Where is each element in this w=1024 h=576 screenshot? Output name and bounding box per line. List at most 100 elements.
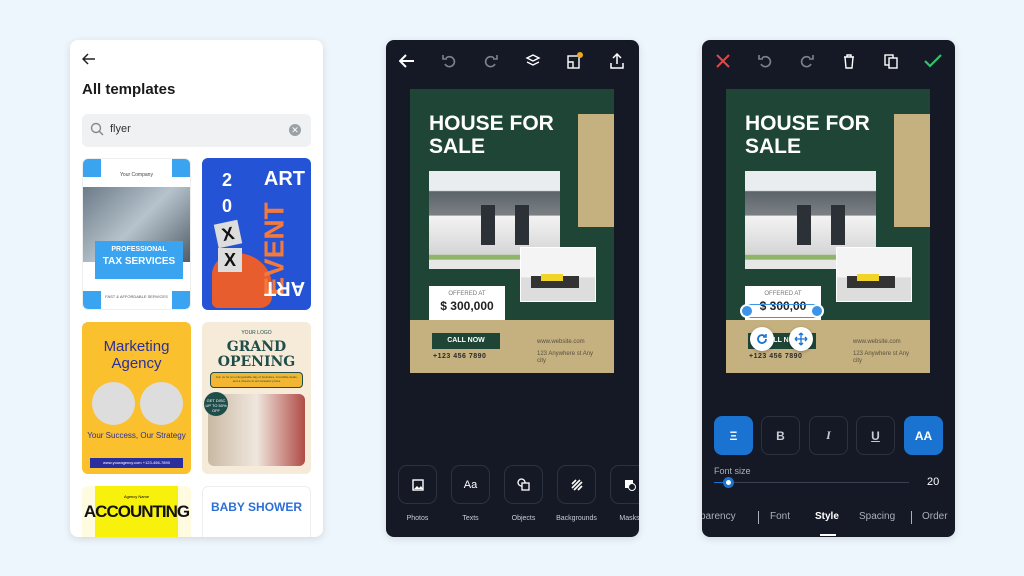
window <box>481 205 495 245</box>
export-button[interactable] <box>606 50 628 72</box>
flyer-headline[interactable]: HOUSE FOR SALE <box>745 112 875 158</box>
template-heading: Marketing Agency <box>103 338 170 372</box>
layers-icon <box>525 54 541 66</box>
underline-button[interactable]: U <box>856 416 895 455</box>
slider-knob[interactable] <box>722 477 734 488</box>
art-label: ART <box>263 277 305 299</box>
text-edit-screen: HOUSE FOR SALE OFFERED AT $ 300,00 CALL … <box>702 40 955 537</box>
back-button[interactable] <box>81 52 96 70</box>
template-card-marketing-agency[interactable]: Marketing Agency Your Success, Our Strat… <box>82 322 191 474</box>
tab-order[interactable]: Order <box>922 511 948 522</box>
rotate-icon <box>757 334 767 344</box>
confirm-button[interactable] <box>922 50 944 72</box>
resize-handle-right[interactable] <box>810 304 824 318</box>
address[interactable]: 123 Anywhere st Any city <box>853 351 913 365</box>
template-heading: BABY SHOWER <box>210 500 303 514</box>
move-handle[interactable] <box>789 327 813 351</box>
redo-icon <box>800 55 814 68</box>
tool-texts[interactable]: Aa Texts <box>451 465 490 522</box>
shapes-icon <box>517 478 530 491</box>
interior-photo[interactable] <box>836 247 912 302</box>
font-size-value: 20 <box>927 476 940 488</box>
year-digit: 2 <box>222 170 233 190</box>
bold-button[interactable]: B <box>761 416 800 455</box>
tab-spacing[interactable]: Spacing <box>859 511 895 522</box>
bold-icon: B <box>776 428 785 443</box>
window <box>797 205 811 245</box>
search-input[interactable]: flyer ✕ <box>82 114 311 147</box>
address[interactable]: 123 Anywhere st Any city <box>537 351 597 365</box>
redo-button[interactable] <box>796 50 818 72</box>
phone-number[interactable]: +123 456 7890 <box>749 353 802 360</box>
italic-icon: I <box>826 428 831 442</box>
flyer-canvas[interactable]: HOUSE FOR SALE OFFERED AT $ 300,000 CALL… <box>410 89 614 373</box>
duplicate-button[interactable] <box>880 50 902 72</box>
template-card-accounting[interactable]: Agency Name ACCOUNTING <box>82 486 191 537</box>
tool-masks[interactable]: Masks <box>610 465 639 522</box>
tab-transparency[interactable]: parency <box>702 511 736 522</box>
window <box>831 205 845 245</box>
template-line: PROFESSIONAL <box>111 246 167 253</box>
template-promo: Join us for an unforgettable day of fest… <box>210 372 303 388</box>
cushion <box>857 274 879 281</box>
flyer-footer: CALL NOW +123 456 7890 www.website.com 1… <box>410 320 614 373</box>
offered-label: OFFERED AT <box>764 291 802 297</box>
phone-number[interactable]: +123 456 7890 <box>433 353 486 360</box>
template-heading: ACCOUNTING <box>83 502 190 521</box>
undo-icon <box>758 55 772 68</box>
template-company: Your Company <box>120 172 153 178</box>
resize-handle-left[interactable] <box>740 304 754 318</box>
undo-icon <box>442 55 456 68</box>
tab-divider <box>758 511 759 524</box>
year-card: X <box>213 219 243 249</box>
undo-button[interactable] <box>754 50 776 72</box>
active-tab-indicator <box>820 534 836 536</box>
year-digit: 0 <box>222 196 233 216</box>
rotate-handle[interactable] <box>750 327 774 351</box>
call-now-label[interactable]: CALL NOW <box>432 333 500 349</box>
offer-box[interactable]: OFFERED AT $ 300,000 <box>429 286 505 320</box>
template-agency: Agency Name <box>123 494 150 499</box>
tab-style[interactable]: Style <box>815 511 839 522</box>
template-card-grand-opening[interactable]: YOUR LOGO GRAND OPENING Join us for an u… <box>202 322 311 474</box>
template-card-baby-shower[interactable]: BABY SHOWER <box>202 486 311 537</box>
flyer-canvas[interactable]: HOUSE FOR SALE OFFERED AT $ 300,00 CALL … <box>726 89 930 373</box>
template-card-art-event[interactable]: 2 0 X X ART EVENT ART <box>202 158 311 310</box>
search-value: flyer <box>110 123 131 135</box>
resize-button[interactable] <box>564 50 586 72</box>
flyer-headline[interactable]: HOUSE FOR SALE <box>429 112 559 158</box>
redo-button[interactable] <box>480 50 502 72</box>
tab-font[interactable]: Font <box>770 511 790 522</box>
template-band: PROFESSIONAL TAX SERVICES <box>95 241 183 279</box>
tool-backgrounds[interactable]: Backgrounds <box>556 465 597 522</box>
editor-toolbar <box>386 40 639 80</box>
layers-button[interactable] <box>522 50 544 72</box>
window <box>515 205 529 245</box>
undo-button[interactable] <box>438 50 460 72</box>
selection-box <box>747 304 817 318</box>
tool-photos[interactable]: Photos <box>398 465 437 522</box>
interior-photo[interactable] <box>520 247 596 302</box>
uppercase-button[interactable]: AA <box>904 416 943 455</box>
trash-icon <box>844 53 854 69</box>
font-size-slider[interactable] <box>714 477 909 488</box>
tab-divider <box>911 511 912 524</box>
resize-icon <box>567 52 583 69</box>
tool-objects[interactable]: Objects <box>504 465 543 522</box>
template-card-tax-services[interactable]: Your Company PROFESSIONAL TAX SERVICES F… <box>82 158 191 310</box>
templates-screen: All templates flyer ✕ Your Company PROFE… <box>70 40 323 537</box>
close-icon <box>716 54 730 68</box>
back-button[interactable] <box>396 50 418 72</box>
delete-button[interactable] <box>838 50 860 72</box>
italic-button[interactable]: I <box>809 416 848 455</box>
clear-icon[interactable]: ✕ <box>289 124 301 136</box>
align-button[interactable]: Ξ <box>714 416 753 455</box>
cancel-button[interactable] <box>712 50 734 72</box>
website[interactable]: www.website.com <box>537 339 585 345</box>
website[interactable]: www.website.com <box>853 339 901 345</box>
template-slogan: Your Success, Our Strategy <box>87 431 186 440</box>
tool-label: Masks <box>619 515 639 522</box>
edit-toolbar <box>702 40 955 80</box>
template-heading: GRAND OPENING <box>217 339 296 370</box>
template-footer: www.youragency.com +123-456-7890 <box>90 458 183 468</box>
